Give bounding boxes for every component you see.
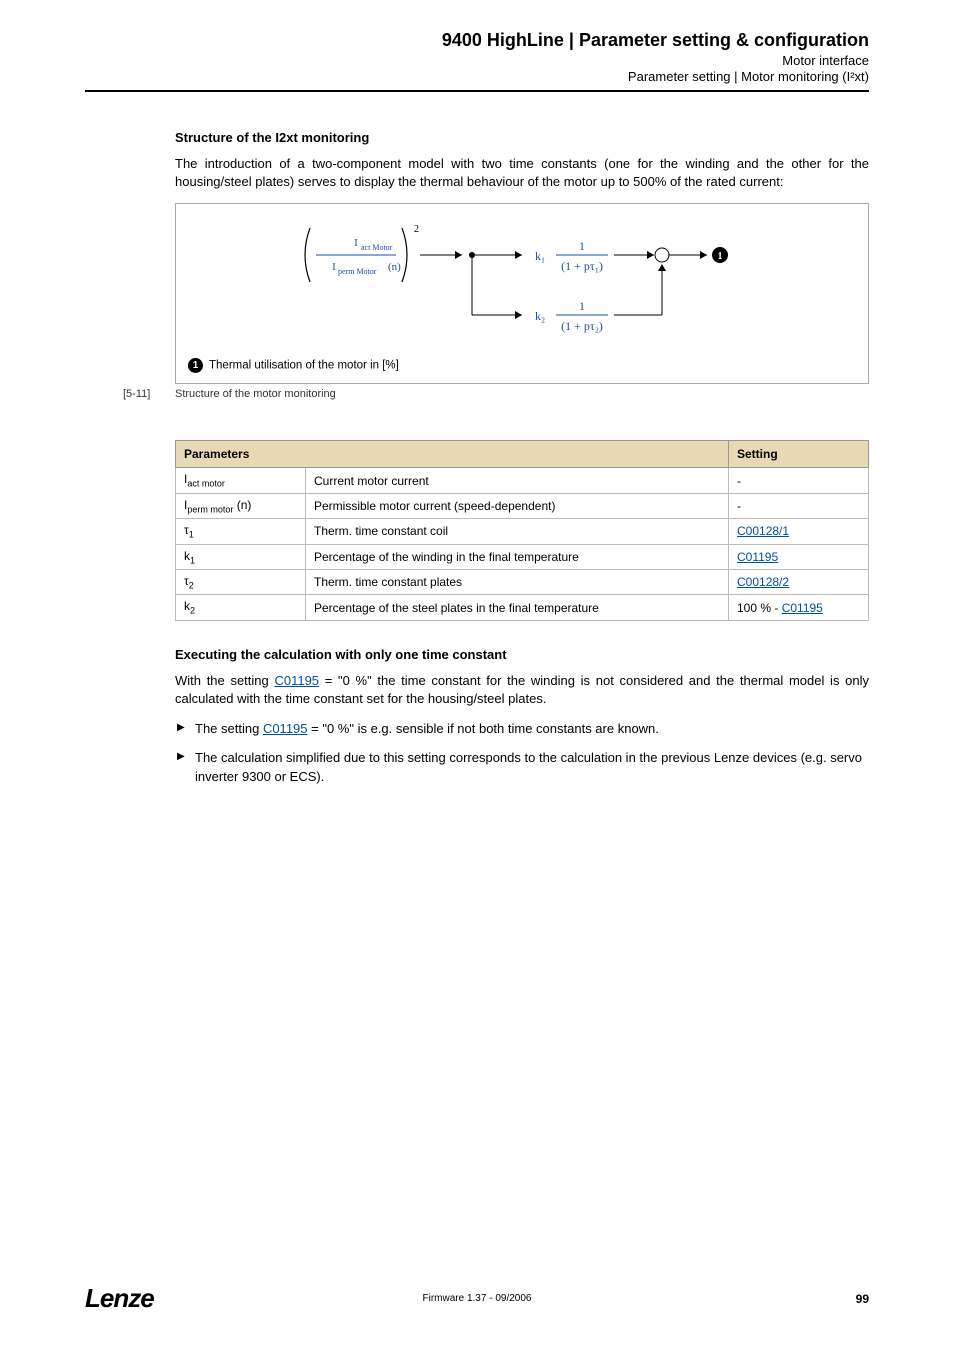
tf1-den: (1 + pτ₁) — [561, 259, 603, 273]
param-symbol: k1 — [176, 544, 306, 569]
list-item: The setting C01195 = "0 %" is e.g. sensi… — [177, 720, 869, 739]
setting-link[interactable]: C00128/1 — [737, 524, 789, 538]
header-rule — [85, 90, 869, 92]
intro-paragraph: The introduction of a two-component mode… — [175, 155, 869, 191]
parameters-table: Parameters Setting Iact motorCurrent mot… — [175, 440, 869, 620]
svg-text:act Motor: act Motor — [361, 243, 393, 252]
param-description: Percentage of the steel plates in the fi… — [306, 595, 729, 620]
tf1-num: 1 — [579, 239, 585, 253]
table-row: k2Percentage of the steel plates in the … — [176, 595, 869, 620]
param-description: Percentage of the winding in the final t… — [306, 544, 729, 569]
figure-text: Structure of the motor monitoring — [175, 388, 336, 400]
svg-text:I: I — [354, 237, 358, 249]
param-symbol: τ2 — [176, 569, 306, 594]
param-setting: C00128/1 — [729, 519, 869, 544]
bullet-pre: The calculation simplified due to this s… — [195, 750, 862, 784]
caption-marker: 1 — [188, 358, 203, 373]
param-description: Therm. time constant coil — [306, 519, 729, 544]
footer-firmware: Firmware 1.37 - 09/2006 — [423, 1293, 532, 1304]
section2-paragraph: With the setting C01195 = "0 %" the time… — [175, 672, 869, 708]
setting-prefix: 100 % - — [737, 601, 782, 615]
header-subtitle-2: Parameter setting | Motor monitoring (I²… — [85, 69, 869, 84]
param-symbol: k2 — [176, 595, 306, 620]
param-setting: C00128/2 — [729, 569, 869, 594]
figure-label: [5-11] Structure of the motor monitoring — [123, 388, 869, 400]
setting-link[interactable]: C01195 — [782, 601, 823, 615]
section-heading-structure: Structure of the I2xt monitoring — [175, 130, 869, 145]
param-description: Permissible motor current (speed-depende… — [306, 493, 729, 518]
section-heading-executing: Executing the calculation with only one … — [175, 647, 869, 662]
caption-text: Thermal utilisation of the motor in [%] — [209, 360, 399, 372]
param-description: Current motor current — [306, 468, 729, 493]
setting-link[interactable]: C01195 — [737, 550, 778, 564]
page-header: 9400 HighLine | Parameter setting & conf… — [85, 30, 869, 84]
svg-text:perm Motor: perm Motor — [338, 267, 377, 276]
link-c01195-inline[interactable]: C01195 — [274, 673, 319, 688]
param-symbol: Iperm motor (n) — [176, 493, 306, 518]
lenze-logo: Lenze — [85, 1283, 154, 1314]
th-parameters: Parameters — [176, 441, 729, 468]
exponent: 2 — [414, 224, 419, 235]
block-diagram: I act Motor I perm Motor (n) 2 — [175, 203, 869, 384]
table-row: Iperm motor (n)Permissible motor current… — [176, 493, 869, 518]
header-title: 9400 HighLine | Parameter setting & conf… — [85, 30, 869, 51]
svg-text:(n): (n) — [388, 261, 401, 273]
diagram-output-marker: 1 — [718, 251, 723, 262]
figure-number: [5-11] — [123, 388, 175, 400]
bullet-list: The setting C01195 = "0 %" is e.g. sensi… — [175, 720, 869, 787]
footer-page-number: 99 — [856, 1292, 869, 1306]
header-subtitle-1: Motor interface — [85, 53, 869, 68]
table-row: k1Percentage of the winding in the final… — [176, 544, 869, 569]
table-row: Iact motorCurrent motor current- — [176, 468, 869, 493]
bullet-link[interactable]: C01195 — [263, 721, 308, 736]
s2-para-pre: With the setting — [175, 673, 274, 688]
list-item: The calculation simplified due to this s… — [177, 749, 869, 787]
param-description: Therm. time constant plates — [306, 569, 729, 594]
page-footer: Lenze Firmware 1.37 - 09/2006 99 — [85, 1283, 869, 1314]
param-setting: - — [729, 493, 869, 518]
param-setting: - — [729, 468, 869, 493]
bullet-post: = "0 %" is e.g. sensible if not both tim… — [308, 721, 659, 736]
param-symbol: Iact motor — [176, 468, 306, 493]
diagram-caption: 1 Thermal utilisation of the motor in [%… — [188, 358, 856, 373]
block-diagram-svg: I act Motor I perm Motor (n) 2 — [262, 220, 782, 340]
k1-label: k₁ — [535, 249, 545, 263]
k2-label: k₂ — [535, 309, 545, 323]
bullet-pre: The setting — [195, 721, 263, 736]
param-setting: 100 % - C01195 — [729, 595, 869, 620]
param-setting: C01195 — [729, 544, 869, 569]
th-setting: Setting — [729, 441, 869, 468]
param-symbol: τ1 — [176, 519, 306, 544]
tf2-num: 1 — [579, 299, 585, 313]
table-row: τ1Therm. time constant coil C00128/1 — [176, 519, 869, 544]
tf2-den: (1 + pτ₂) — [561, 319, 603, 333]
setting-link[interactable]: C00128/2 — [737, 575, 789, 589]
svg-text:I: I — [332, 261, 336, 273]
table-row: τ2Therm. time constant plates C00128/2 — [176, 569, 869, 594]
